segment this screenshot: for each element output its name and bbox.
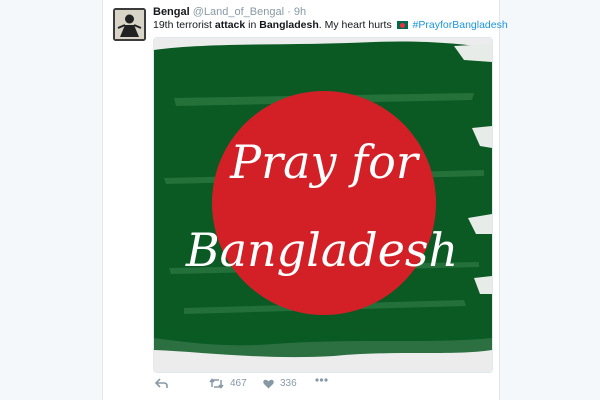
separator: · [287, 6, 291, 18]
tweet-actions: 467 336 [153, 378, 493, 394]
tweet-header: Bengal @Land_of_Bengal · 9h [153, 6, 306, 18]
text-part: 19th terrorist [153, 19, 215, 31]
author-handle[interactable]: @Land_of_Bengal [193, 6, 284, 18]
reply-button[interactable] [155, 378, 168, 389]
like-button[interactable]: 336 [263, 378, 297, 389]
author-name[interactable]: Bengal [153, 6, 190, 18]
tweet-media-image[interactable]: Pray for Bangladesh [153, 37, 493, 373]
tweet-text: 19th terrorist attack in Bangladesh. My … [153, 19, 508, 31]
media-line2: Bangladesh [185, 223, 458, 277]
timestamp[interactable]: 9h [294, 6, 306, 18]
more-icon [315, 378, 328, 382]
flag-bangladesh-icon [396, 21, 408, 29]
reply-icon [155, 378, 168, 388]
retweet-icon [209, 378, 224, 389]
retweet-button[interactable]: 467 [209, 378, 247, 389]
text-bold: Bangladesh [259, 19, 319, 31]
hashtag-link[interactable]: #PrayforBangladesh [413, 19, 508, 31]
avatar[interactable] [113, 8, 146, 41]
media-line1: Pray for [229, 135, 421, 189]
text-part: . My heart hurts [318, 19, 392, 31]
avatar-image [113, 8, 146, 41]
text-bold: attack [214, 19, 246, 31]
pray-for-bangladesh-graphic: Pray for Bangladesh [154, 38, 492, 372]
heart-icon [263, 379, 274, 388]
more-button[interactable] [315, 378, 328, 382]
retweet-count: 467 [230, 378, 247, 389]
like-count: 336 [280, 378, 297, 389]
text-part: in [245, 19, 260, 31]
tweet-card: Bengal @Land_of_Bengal · 9h 19th terrori… [102, 0, 508, 400]
